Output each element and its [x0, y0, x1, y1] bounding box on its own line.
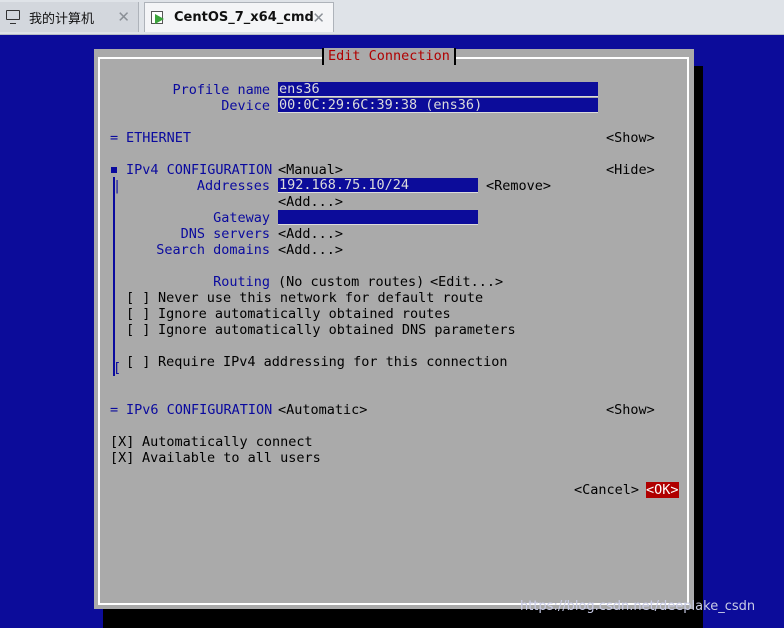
search-domains-label: Search domains: [156, 242, 270, 258]
ipv4-section-label: IPv4 CONFIGURATION: [126, 162, 273, 178]
ipv4-hide-button[interactable]: <Hide>: [606, 162, 655, 178]
ethernet-section-label: ETHERNET: [126, 130, 192, 146]
tab-centos-vm[interactable]: CentOS_7_x64_cmd ✕: [144, 2, 334, 32]
require-ipv4-checkbox[interactable]: [ ]: [126, 354, 150, 370]
checkbox-label: Never use this network for default route: [158, 290, 484, 306]
address-input[interactable]: 192.168.75.10/24: [278, 178, 478, 193]
ipv6-section-label: IPv6 CONFIGURATION: [126, 402, 273, 418]
gateway-label: Gateway: [213, 210, 270, 226]
profile-name-label: Profile name: [172, 82, 270, 98]
tab-bar: 我的计算机 ✕ CentOS_7_x64_cmd ✕: [0, 0, 784, 35]
watermark: https://blog.csdn.net/deeplake_csdn: [520, 599, 756, 614]
add-search-domain-button[interactable]: <Add...>: [278, 242, 343, 258]
checkbox-label: Require IPv4 addressing for this connect…: [158, 354, 508, 370]
ignore-routes-checkbox[interactable]: [ ]: [126, 306, 150, 322]
dialog-title: Edit Connection: [322, 48, 456, 65]
routing-value: (No custom routes): [278, 274, 425, 290]
routing-label: Routing: [213, 274, 270, 290]
ipv6-marker: =: [110, 402, 119, 418]
vm-icon: [149, 10, 169, 26]
never-default-route-checkbox[interactable]: [ ]: [126, 290, 150, 306]
close-icon[interactable]: ✕: [312, 9, 325, 27]
checkbox-label: Ignore automatically obtained routes: [158, 306, 451, 322]
ethernet-show-button[interactable]: <Show>: [606, 130, 655, 146]
profile-name-input[interactable]: ens36: [278, 82, 598, 97]
ipv6-method-select[interactable]: <Automatic>: [278, 402, 367, 418]
all-users-checkbox[interactable]: [X]: [110, 450, 134, 466]
auto-connect-label: Automatically connect: [142, 434, 313, 450]
device-input[interactable]: 00:0C:29:6C:39:38 (ens36): [278, 98, 598, 113]
auto-connect-checkbox[interactable]: [X]: [110, 434, 134, 450]
addresses-label: Addresses: [196, 178, 270, 194]
tab-my-computer[interactable]: 我的计算机 ✕: [0, 2, 139, 32]
dns-servers-label: DNS servers: [180, 226, 270, 242]
tab-label: 我的计算机: [29, 11, 95, 27]
ipv4-section-bar-start: |: [113, 178, 122, 194]
all-users-label: Available to all users: [142, 450, 321, 466]
ipv4-section-bar: [113, 177, 115, 376]
ok-button[interactable]: <OK>: [646, 482, 679, 498]
close-icon[interactable]: ✕: [117, 8, 130, 26]
ipv4-bullet: [111, 167, 117, 173]
device-label: Device: [221, 98, 270, 114]
remove-address-button[interactable]: <Remove>: [486, 178, 551, 194]
ipv4-section-bar-end: [: [113, 360, 122, 376]
checkbox-label: Ignore automatically obtained DNS parame…: [158, 322, 516, 338]
routing-edit-button[interactable]: <Edit...>: [430, 274, 503, 290]
ipv4-method-select[interactable]: <Manual>: [278, 162, 343, 178]
add-dns-button[interactable]: <Add...>: [278, 226, 343, 242]
gateway-input[interactable]: [278, 210, 478, 225]
tab-label: CentOS_7_x64_cmd: [174, 10, 314, 25]
monitor-icon: [4, 9, 24, 25]
ipv6-show-button[interactable]: <Show>: [606, 402, 655, 418]
ignore-dns-checkbox[interactable]: [ ]: [126, 322, 150, 338]
cancel-button[interactable]: <Cancel>: [574, 482, 639, 498]
ethernet-marker: =: [110, 130, 119, 146]
add-address-button[interactable]: <Add...>: [278, 194, 343, 210]
